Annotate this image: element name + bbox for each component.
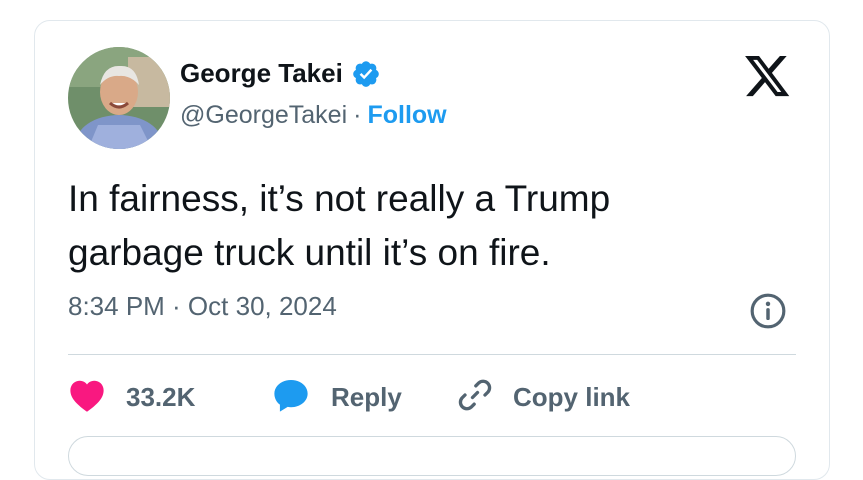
heart-icon bbox=[68, 377, 126, 418]
follow-button[interactable]: Follow bbox=[367, 101, 446, 130]
info-icon[interactable] bbox=[749, 292, 787, 330]
like-button[interactable]: 33.2K bbox=[68, 377, 271, 418]
tweet-text: In fairness, it’s not really a Trump gar… bbox=[68, 172, 788, 280]
author-handle[interactable]: @GeorgeTakei bbox=[180, 101, 347, 130]
separator-dot: · bbox=[353, 101, 362, 129]
author-name-row: George Takei bbox=[180, 58, 381, 89]
link-icon bbox=[455, 375, 513, 420]
reply-button[interactable]: Reply bbox=[271, 376, 455, 419]
copy-link-label: Copy link bbox=[513, 381, 631, 412]
x-logo-icon[interactable] bbox=[745, 56, 791, 98]
action-bar: 33.2K Reply Copy link bbox=[68, 377, 630, 417]
copy-link-button[interactable]: Copy link bbox=[455, 375, 630, 420]
like-count: 33.2K bbox=[126, 381, 196, 412]
author-avatar[interactable] bbox=[68, 47, 170, 149]
tweet-timestamp[interactable]: 8:34 PM · Oct 30, 2024 bbox=[68, 291, 337, 322]
author-name[interactable]: George Takei bbox=[180, 58, 343, 89]
tweet-text-line-1: In fairness, it’s not really a Trump bbox=[68, 178, 611, 219]
speech-bubble-icon bbox=[271, 376, 331, 419]
tweet-text-line-2: garbage truck until it’s on fire. bbox=[68, 232, 551, 273]
verified-badge-icon bbox=[351, 59, 381, 89]
reply-label: Reply bbox=[331, 381, 402, 412]
handle-row: @GeorgeTakei · Follow bbox=[180, 101, 447, 130]
read-replies-button[interactable] bbox=[68, 436, 796, 476]
divider bbox=[68, 354, 796, 355]
